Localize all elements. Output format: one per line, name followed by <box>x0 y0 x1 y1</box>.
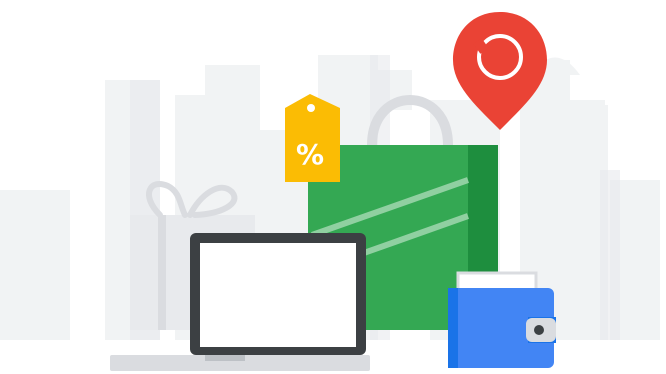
price-tag-symbol: % <box>296 138 324 171</box>
price-tag-icon: % <box>285 94 340 182</box>
shopping-illustration: % <box>0 0 666 374</box>
laptop-screen <box>200 243 356 347</box>
